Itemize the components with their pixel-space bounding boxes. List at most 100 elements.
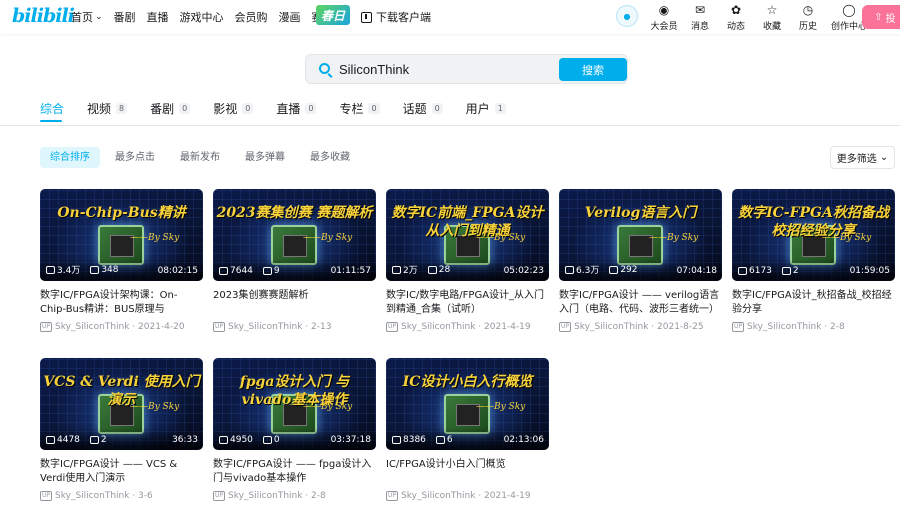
message-icon: ✉ bbox=[694, 3, 706, 17]
uploader-icon: UP bbox=[386, 322, 399, 332]
danmaku-count: 6 bbox=[446, 435, 453, 445]
video-title[interactable]: 数字IC/数字电路/FPGA设计_从入门到精通_合集（试听） bbox=[386, 289, 549, 317]
messages-button[interactable]: ✉ 消息 bbox=[682, 3, 718, 32]
video-title[interactable]: 数字IC/FPGA设计 —— fpga设计入门与vivado基本操作 bbox=[213, 458, 376, 486]
tab-count: 0 bbox=[179, 102, 191, 114]
upload-date: 2021-8-25 bbox=[657, 322, 704, 332]
tab-label: 话题 bbox=[402, 101, 427, 116]
uploader-name[interactable]: Sky_SiliconThink bbox=[228, 491, 302, 501]
video-card[interactable]: VCS & Verdi 使用入门演示 ——By Sky 4478 2 36:33 数字IC… bbox=[40, 358, 203, 501]
view-count: 7644 bbox=[230, 266, 253, 276]
uploader-name[interactable]: Sky_SiliconThink bbox=[55, 322, 129, 332]
search-input[interactable] bbox=[339, 59, 549, 79]
video-duration: 07:04:18 bbox=[676, 266, 717, 276]
upload-icon: ⇧ bbox=[874, 11, 886, 23]
video-title[interactable]: 数字IC/FPGA设计 —— verilog语言入门（电路、代码、波形三者统一） bbox=[559, 289, 722, 317]
video-title[interactable]: 数字IC/FPGA设计_秋招备战_校招经验分享 bbox=[732, 289, 895, 317]
tab-film[interactable]: 影视 0 bbox=[213, 100, 254, 116]
view-count: 6.3万 bbox=[576, 266, 600, 276]
danmaku-count: 9 bbox=[273, 266, 280, 276]
video-title[interactable]: 数字IC/FPGA设计 —— VCS & Verdi使用入门演示 bbox=[40, 458, 203, 486]
sort-most-danmaku[interactable]: 最多弹幕 bbox=[235, 147, 295, 168]
nav-label: 首页 bbox=[71, 11, 93, 24]
nav-item-manga[interactable]: 漫画 bbox=[279, 9, 301, 25]
download-client-link[interactable]: 下载客户端 bbox=[361, 9, 431, 25]
tabs-divider bbox=[0, 125, 900, 126]
video-thumbnail[interactable]: IC设计小白入行概览 ——By Sky 8386 6 02:13:06 bbox=[386, 358, 549, 450]
tab-user[interactable]: 用户 1 bbox=[466, 100, 506, 116]
active-tab-indicator bbox=[40, 120, 62, 122]
danmaku-count: 292 bbox=[620, 264, 638, 275]
video-title[interactable]: 数字IC/FPGA设计架构课：On-Chip-Bus精讲：BUS原理与DDR/C… bbox=[40, 289, 203, 317]
play-icon bbox=[219, 436, 228, 444]
video-card[interactable]: On-Chip-Bus精讲 ——By Sky 3.4万 348 08:02:15 数字IC… bbox=[40, 189, 203, 332]
video-thumbnail[interactable]: fpga设计入门 与 vivado基本操作 ——By Sky 4950 0 03:37:… bbox=[213, 358, 376, 450]
danmaku-count: 28 bbox=[438, 264, 451, 275]
tab-live[interactable]: 直播 0 bbox=[276, 100, 317, 116]
play-icon bbox=[565, 265, 574, 274]
video-card[interactable]: 数字IC前端_FPGA设计 从入门到精通 ——By Sky 2万 28 05:02:23… bbox=[386, 189, 549, 332]
chevron-down-icon: ⌄ bbox=[876, 152, 889, 163]
nav-item-game-center[interactable]: 游戏中心 bbox=[180, 9, 224, 25]
nav-item-home[interactable]: 首页 ⌄ bbox=[71, 9, 103, 25]
uploader-name[interactable]: Sky_SiliconThink bbox=[401, 322, 475, 332]
upload-date: 2021-4-20 bbox=[138, 322, 185, 332]
tab-article[interactable]: 专栏 0 bbox=[339, 100, 380, 116]
tab-count: 0 bbox=[305, 102, 317, 114]
uploader-name[interactable]: Sky_SiliconThink bbox=[228, 322, 302, 332]
spring-event-badge[interactable]: 春日 bbox=[316, 5, 350, 25]
video-card[interactable]: 数字IC-FPGA秋招备战 校招经验分享 ——By Sky 6173 2 01:59:0… bbox=[732, 189, 895, 332]
play-icon bbox=[46, 265, 55, 274]
uploader-name[interactable]: Sky_SiliconThink bbox=[401, 491, 475, 501]
video-title[interactable]: IC/FPGA设计小白入门概览 bbox=[386, 458, 549, 486]
tab-label: 视频 bbox=[87, 101, 112, 116]
danmaku-count: 2 bbox=[100, 435, 107, 445]
sort-most-favorites[interactable]: 最多收藏 bbox=[300, 147, 360, 168]
video-card[interactable]: fpga设计入门 与 vivado基本操作 ——By Sky 4950 0 03:37:… bbox=[213, 358, 376, 501]
sort-newest[interactable]: 最新发布 bbox=[170, 147, 230, 168]
uploader-name[interactable]: Sky_SiliconThink bbox=[574, 322, 648, 332]
favorites-button[interactable]: ☆ 收藏 bbox=[754, 3, 790, 32]
video-title[interactable]: 2023集创赛赛题解析 bbox=[213, 289, 376, 317]
video-thumbnail[interactable]: On-Chip-Bus精讲 ——By Sky 3.4万 348 08:02:15 bbox=[40, 189, 203, 281]
nav-item-live[interactable]: 直播 bbox=[147, 9, 169, 25]
tab-all[interactable]: 综合 bbox=[40, 100, 64, 116]
dynamic-button[interactable]: ✿ 动态 bbox=[718, 3, 754, 32]
more-filters-button[interactable]: 更多筛选 ⌄ bbox=[830, 146, 895, 169]
video-thumbnail[interactable]: 数字IC前端_FPGA设计 从入门到精通 ——By Sky 2万 28 05:02:23 bbox=[386, 189, 549, 281]
upload-date: 2-8 bbox=[830, 322, 845, 332]
video-thumbnail[interactable]: 2023赛集创赛 赛题解析 ——By Sky 7644 9 01:11:57 bbox=[213, 189, 376, 281]
thumbnail-subtitle: ——By Sky bbox=[649, 233, 699, 243]
meta-separator: · bbox=[475, 322, 485, 332]
tab-label: 影视 bbox=[213, 101, 238, 116]
sort-comprehensive[interactable]: 综合排序 bbox=[40, 147, 100, 168]
tab-count: 8 bbox=[116, 102, 128, 114]
uploader-name[interactable]: Sky_SiliconThink bbox=[55, 491, 129, 501]
video-card[interactable]: Verilog语言入门 ——By Sky 6.3万 292 07:04:18 数字IC/F… bbox=[559, 189, 722, 332]
video-card[interactable]: 2023赛集创赛 赛题解析 ——By Sky 7644 9 01:11:57 2023集创… bbox=[213, 189, 376, 332]
tab-anime[interactable]: 番剧 0 bbox=[150, 100, 191, 116]
video-card[interactable]: IC设计小白入行概览 ——By Sky 8386 6 02:13:06 IC/FPGA设计… bbox=[386, 358, 549, 501]
video-thumbnail[interactable]: VCS & Verdi 使用入门演示 ——By Sky 4478 2 36:33 bbox=[40, 358, 203, 450]
nav-item-anime[interactable]: 番剧 bbox=[114, 9, 136, 25]
ua-label: 收藏 bbox=[762, 22, 781, 32]
danmaku-icon bbox=[781, 267, 791, 275]
danmaku-count: 2 bbox=[792, 266, 799, 276]
video-thumbnail[interactable]: 数字IC-FPGA秋招备战 校招经验分享 ——By Sky 6173 2 01:59:0… bbox=[732, 189, 895, 281]
tab-topic[interactable]: 话题 0 bbox=[403, 100, 443, 116]
sort-most-clicks[interactable]: 最多点击 bbox=[105, 147, 165, 168]
avatar[interactable]: ● bbox=[616, 5, 638, 27]
video-thumbnail[interactable]: Verilog语言入门 ——By Sky 6.3万 292 07:04:18 bbox=[559, 189, 722, 281]
bulb-icon: ◯ bbox=[842, 3, 856, 17]
tab-video[interactable]: 视频 8 bbox=[87, 100, 128, 116]
vip-button[interactable]: ◉ 大会员 bbox=[646, 3, 682, 32]
search-button[interactable]: 搜索 bbox=[559, 58, 627, 81]
video-meta: UP Sky_SiliconThink · 2-8 bbox=[213, 491, 376, 501]
uploader-name[interactable]: Sky_SiliconThink bbox=[747, 322, 821, 332]
bilibili-logo[interactable]: bilibili bbox=[12, 5, 75, 27]
upload-button[interactable]: ⇧ 投 bbox=[862, 5, 900, 29]
danmaku-count: 0 bbox=[273, 435, 280, 445]
nav-label: 游戏中心 bbox=[179, 11, 224, 24]
history-button[interactable]: ◷ 历史 bbox=[790, 3, 826, 32]
nav-item-mall[interactable]: 会员购 bbox=[235, 9, 268, 25]
